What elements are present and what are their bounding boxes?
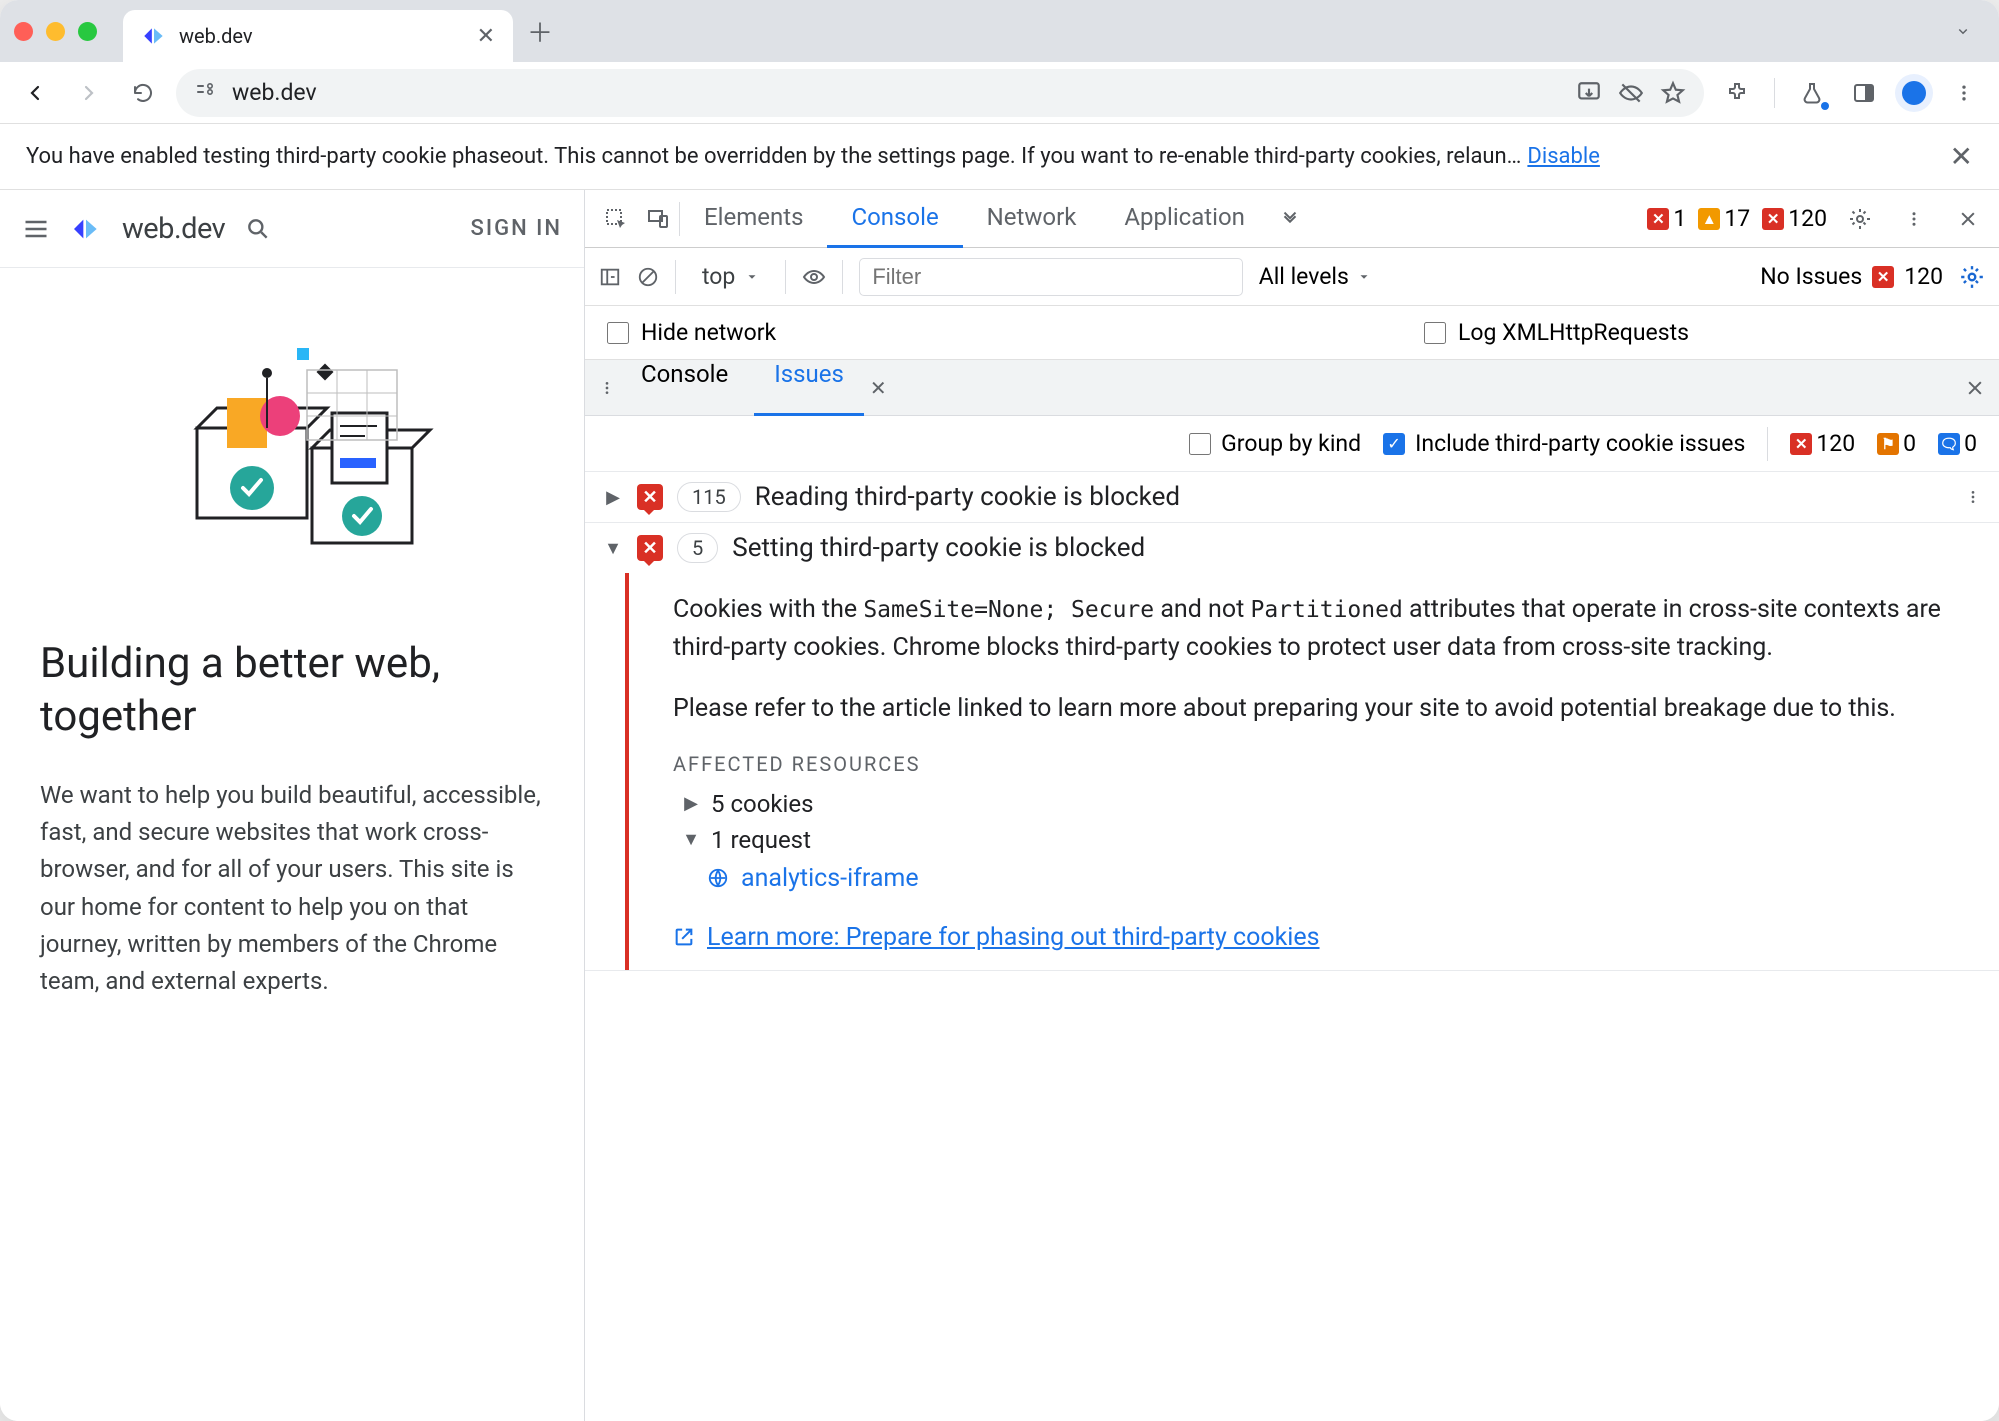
hero-title: Building a better web, together <box>40 638 544 743</box>
profile-avatar-button[interactable] <box>1895 74 1933 112</box>
tab-strip: web.dev ✕ ＋ <box>0 0 1999 62</box>
live-expression-icon[interactable] <box>802 265 826 289</box>
incognito-eye-icon[interactable] <box>1618 80 1644 106</box>
info-banner: You have enabled testing third-party coo… <box>0 124 1999 190</box>
signin-button[interactable]: SIGN IN <box>471 216 562 241</box>
site-settings-icon[interactable] <box>194 81 218 105</box>
affected-subitem[interactable]: analytics-iframe <box>707 864 1969 893</box>
reload-button[interactable] <box>122 72 164 114</box>
learn-more-link[interactable]: Learn more: Prepare for phasing out thir… <box>673 923 1969 952</box>
console-settings-row: Hide network Log XMLHttpRequests <box>585 306 1999 360</box>
console-settings-icon[interactable] <box>1959 264 1985 290</box>
crossed-count-badge[interactable]: ✕120 <box>1762 205 1827 232</box>
back-button[interactable] <box>14 72 56 114</box>
execution-context-dropdown[interactable]: top <box>692 263 769 290</box>
log-xhr-checkbox[interactable]: Log XMLHttpRequests <box>1424 319 1689 346</box>
device-toggle-icon[interactable] <box>637 198 679 240</box>
issue-row: ▶ ✕ 115 Reading third-party cookie is bl… <box>585 472 1999 523</box>
traffic-lights <box>14 22 97 41</box>
issue-title: Setting third-party cookie is blocked <box>732 533 1145 563</box>
banner-text: You have enabled testing third-party coo… <box>26 144 1521 169</box>
issues-err-badge: ✕120 <box>1790 430 1855 457</box>
devtools-settings-icon[interactable] <box>1839 198 1881 240</box>
issue-body: Cookies with the SameSite=None; Secure a… <box>625 573 1999 970</box>
error-icon: ✕ <box>637 484 663 510</box>
inspect-element-icon[interactable] <box>595 198 637 240</box>
new-tab-button[interactable]: ＋ <box>527 13 553 50</box>
browser-tab[interactable]: web.dev ✕ <box>123 10 513 62</box>
close-tab-icon[interactable]: ✕ <box>477 24 495 49</box>
issues-warn-badge: ⚑0 <box>1877 430 1916 457</box>
search-icon[interactable] <box>245 216 271 242</box>
tab-elements[interactable]: Elements <box>680 190 827 248</box>
issue-count-pill: 115 <box>677 482 741 512</box>
maximize-window-button[interactable] <box>78 22 97 41</box>
drawer-tabs: Console Issues ✕ <box>585 360 1999 416</box>
minimize-window-button[interactable] <box>46 22 65 41</box>
labs-icon[interactable] <box>1791 72 1833 114</box>
issue-menu-icon[interactable] <box>1965 489 1981 505</box>
console-toolbar: top All levels No Issues✕120 <box>585 248 1999 306</box>
console-filter-input[interactable] <box>859 258 1242 296</box>
hamburger-menu-icon[interactable] <box>22 215 50 243</box>
hide-network-checkbox[interactable]: Hide network <box>607 319 776 346</box>
issues-summary[interactable]: No Issues✕120 <box>1760 263 1943 290</box>
affected-item[interactable]: ▶5 cookies <box>681 790 1969 818</box>
tab-list-dropdown[interactable] <box>1941 9 1985 53</box>
browser-menu-icon[interactable] <box>1943 72 1985 114</box>
site-header: web.dev SIGN IN <box>0 190 584 268</box>
devtools-tabs: Elements Console Network Application ✕1 … <box>585 190 1999 248</box>
issue-title: Reading third-party cookie is blocked <box>755 482 1180 512</box>
tab-console[interactable]: Console <box>827 190 962 248</box>
site-logo-text: web.dev <box>122 212 225 246</box>
log-level-dropdown[interactable]: All levels <box>1259 263 1371 290</box>
issues-toolbar: Group by kind ✓Include third-party cooki… <box>585 416 1999 472</box>
address-bar[interactable]: web.dev <box>176 69 1704 117</box>
more-tabs-icon[interactable] <box>1269 198 1311 240</box>
webdev-favicon-icon <box>141 23 167 49</box>
website-viewport: web.dev SIGN IN <box>0 190 585 1421</box>
include-3p-checkbox[interactable]: ✓Include third-party cookie issues <box>1383 430 1745 457</box>
warning-count-badge[interactable]: ▲17 <box>1698 205 1750 232</box>
tab-network[interactable]: Network <box>963 190 1101 248</box>
drawer-tab-close-icon[interactable]: ✕ <box>870 376 887 400</box>
forward-button[interactable] <box>68 72 110 114</box>
console-sidebar-toggle-icon[interactable] <box>599 266 621 288</box>
devtools-close-icon[interactable] <box>1947 198 1989 240</box>
url-text: web.dev <box>232 79 317 106</box>
devtools-more-icon[interactable] <box>1893 198 1935 240</box>
devtools-panel: Elements Console Network Application ✕1 … <box>585 190 1999 1421</box>
extensions-icon[interactable] <box>1716 72 1758 114</box>
error-count-badge[interactable]: ✕1 <box>1647 205 1686 232</box>
install-app-icon[interactable] <box>1576 80 1602 106</box>
close-window-button[interactable] <box>14 22 33 41</box>
affected-item[interactable]: ▼1 request <box>681 826 1969 854</box>
error-icon: ✕ <box>637 535 663 561</box>
issues-info-badge: 🗨0 <box>1938 430 1977 457</box>
issue-row: ▼ ✕ 5 Setting third-party cookie is bloc… <box>585 523 1999 971</box>
drawer-close-icon[interactable] <box>1965 378 1985 398</box>
drawer-tab-console[interactable]: Console <box>621 360 748 416</box>
tab-title: web.dev <box>179 24 465 48</box>
banner-disable-link[interactable]: Disable <box>1527 144 1599 169</box>
drawer-more-icon[interactable] <box>599 380 615 396</box>
hero-illustration <box>147 318 437 558</box>
tab-application[interactable]: Application <box>1100 190 1269 248</box>
browser-toolbar: web.dev <box>0 62 1999 124</box>
webdev-logo-icon <box>70 213 102 245</box>
affected-resources-heading: AFFECTED RESOURCES <box>673 752 1969 776</box>
panel-toggle-icon[interactable] <box>1843 72 1885 114</box>
issue-count-pill: 5 <box>677 533 718 563</box>
frame-icon <box>707 867 729 889</box>
external-link-icon <box>673 926 695 948</box>
hero-body: We want to help you build beautiful, acc… <box>40 777 544 1000</box>
expand-toggle-icon[interactable]: ▼ <box>603 538 623 559</box>
star-bookmark-icon[interactable] <box>1660 80 1686 106</box>
drawer-tab-issues[interactable]: Issues <box>754 360 864 416</box>
group-by-kind-checkbox[interactable]: Group by kind <box>1189 430 1361 457</box>
clear-console-icon[interactable] <box>637 266 659 288</box>
banner-close-icon[interactable]: ✕ <box>1950 140 1973 173</box>
expand-toggle-icon[interactable]: ▶ <box>603 487 623 508</box>
